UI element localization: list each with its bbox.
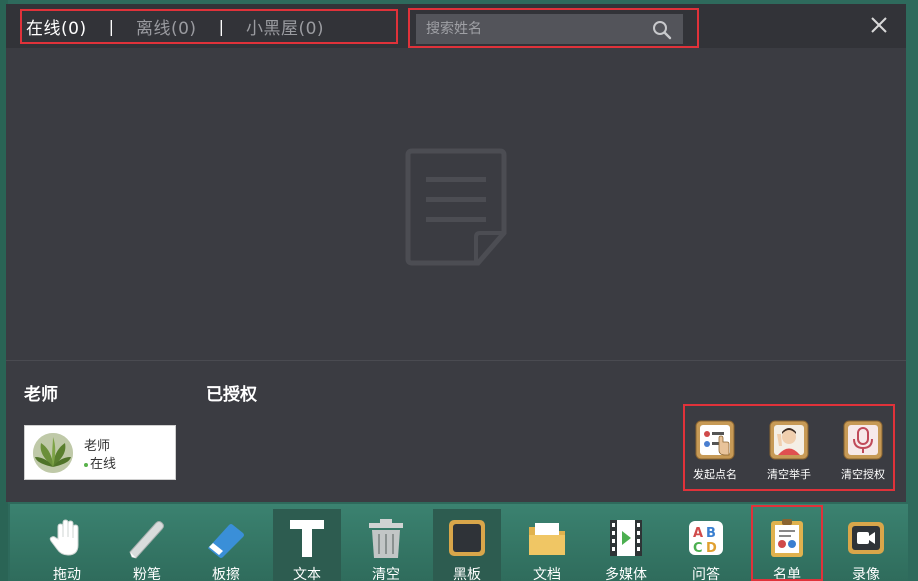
roll-call-icon — [695, 420, 735, 460]
tool-drag[interactable]: 拖动 — [33, 509, 101, 581]
svg-text:D: D — [706, 541, 717, 556]
roll-call-button[interactable]: 发起点名 — [685, 420, 745, 482]
action-buttons-group: 发起点名 清空举手 清空授权 — [683, 404, 895, 491]
status-text: 在线 — [90, 457, 117, 472]
tab-separator: | — [218, 17, 224, 36]
film-icon — [610, 520, 642, 556]
user-list-panel: 在线(0) | 离线(0) | 小黑屋(0) 老师 已授权 — [6, 4, 906, 502]
roll-call-label: 发起点名 — [693, 468, 737, 481]
tool-text-label: 文本 — [293, 567, 321, 581]
tool-blackboard[interactable]: 黑板 — [433, 509, 501, 581]
section-divider — [6, 360, 906, 361]
tab-blacklist[interactable]: 小黑屋(0) — [246, 14, 324, 39]
tool-multimedia-label: 多媒体 — [605, 567, 647, 581]
tool-blackboard-label: 黑板 — [453, 567, 481, 581]
tool-multimedia[interactable]: 多媒体 — [592, 509, 660, 581]
tool-chalk[interactable]: 粉笔 — [113, 509, 181, 581]
authorized-section-title: 已授权 — [206, 385, 257, 405]
search-area — [408, 8, 699, 48]
tool-text[interactable]: 文本 — [273, 509, 341, 581]
avatar — [33, 433, 73, 473]
panel-header: 在线(0) | 离线(0) | 小黑屋(0) — [6, 4, 906, 48]
tool-clear[interactable]: 清空 — [352, 509, 420, 581]
clear-auth-label: 清空授权 — [841, 468, 885, 481]
clear-hands-button[interactable]: 清空举手 — [759, 420, 819, 482]
teacher-section-title: 老师 — [24, 385, 58, 405]
clear-hands-label: 清空举手 — [767, 468, 811, 481]
teacher-status: 在线 — [84, 453, 116, 472]
tool-eraser[interactable]: 板擦 — [192, 509, 260, 581]
svg-text:B: B — [706, 526, 716, 541]
tool-clear-label: 清空 — [372, 567, 400, 581]
record-icon — [848, 522, 884, 554]
svg-text:A: A — [693, 526, 703, 541]
tool-document-label: 文档 — [533, 567, 561, 581]
search-icon[interactable] — [652, 20, 672, 40]
document-icon — [405, 148, 507, 266]
teacher-name: 老师 — [84, 439, 111, 454]
clear-auth-button[interactable]: 清空授权 — [833, 420, 893, 482]
blackboard-icon — [449, 520, 485, 556]
tool-chalk-label: 粉笔 — [133, 567, 161, 581]
svg-text:C: C — [693, 541, 703, 556]
online-dot-icon — [84, 462, 88, 467]
search-input[interactable] — [416, 14, 683, 44]
tool-record-label: 录像 — [852, 567, 880, 581]
tool-document[interactable]: 文档 — [513, 509, 581, 581]
chalk-icon — [129, 521, 164, 559]
status-tabs: 在线(0) | 离线(0) | 小黑屋(0) — [20, 9, 398, 44]
tool-eraser-label: 板擦 — [212, 567, 240, 581]
tool-qa[interactable]: A B C D 问答 — [672, 509, 740, 581]
clear-hands-icon — [769, 420, 809, 460]
trash-icon — [369, 519, 403, 558]
text-icon — [290, 520, 324, 557]
eraser-icon — [208, 524, 244, 558]
hand-icon — [49, 519, 79, 556]
roster-highlight — [751, 505, 823, 581]
bottom-toolbar: 拖动 粉笔 板擦 文本 清空 黑板 文档 多媒体 A B C D 问答 名单 录… — [10, 504, 908, 581]
clear-auth-icon — [843, 420, 883, 460]
qa-icon: A B C D — [689, 521, 723, 556]
tool-drag-label: 拖动 — [53, 567, 81, 581]
tab-separator: | — [108, 17, 114, 36]
tool-qa-label: 问答 — [692, 567, 720, 581]
close-icon[interactable] — [870, 16, 888, 34]
tab-offline[interactable]: 离线(0) — [136, 14, 197, 39]
tool-record[interactable]: 录像 — [832, 509, 900, 581]
tab-online[interactable]: 在线(0) — [26, 14, 87, 39]
plant-avatar-icon — [33, 433, 73, 473]
teacher-card[interactable]: 老师 在线 — [24, 425, 176, 480]
folder-icon — [529, 523, 565, 555]
